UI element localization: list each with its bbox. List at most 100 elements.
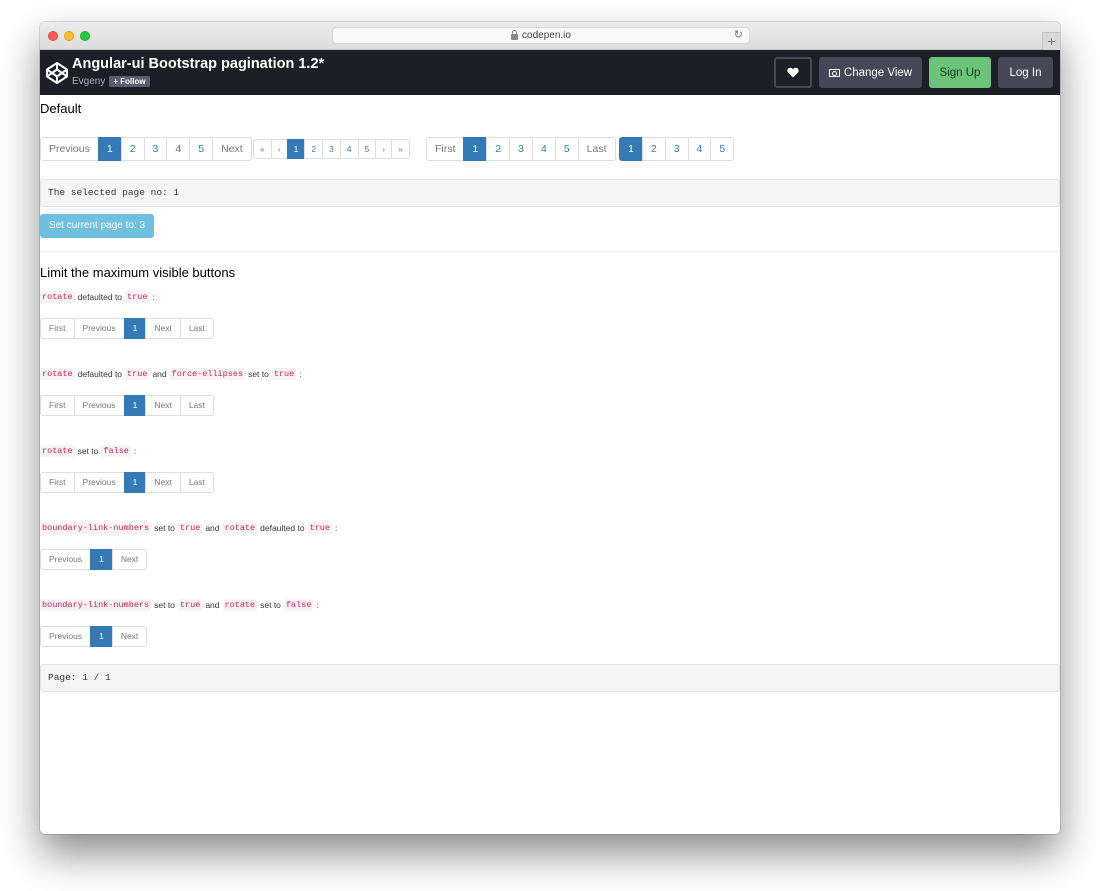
page-link-4[interactable]: 4: [531, 137, 556, 161]
new-tab-button[interactable]: +: [1042, 32, 1060, 50]
description-text: defaulted to: [77, 369, 123, 379]
description-text: :: [133, 446, 137, 456]
page-nav-last[interactable]: Last: [179, 318, 214, 339]
page-nav-previous[interactable]: Previous: [40, 137, 99, 161]
page-nav-previous[interactable]: Previous: [73, 472, 125, 493]
codepen-logo-icon[interactable]: [45, 61, 69, 85]
codepen-header: Angular-ui Bootstrap pagination 1.2* Evg…: [40, 50, 1060, 95]
description-text: set to: [154, 600, 175, 610]
code-snippet: rotate: [40, 445, 75, 457]
page-nav-first[interactable]: First: [40, 395, 75, 416]
page-link-4[interactable]: 5: [710, 137, 735, 161]
page-link-active[interactable]: 1: [97, 137, 122, 161]
page-link-4[interactable]: 4: [166, 137, 191, 161]
code-snippet: rotate: [40, 368, 75, 380]
like-button[interactable]: [774, 57, 812, 88]
example-description: rotate defaulted to true and force-ellipses s…: [40, 368, 302, 380]
pagination-limited: Previous 1 Next: [40, 626, 148, 647]
description-text: and: [205, 523, 220, 533]
description-text: :: [334, 523, 338, 533]
page-nav-last[interactable]: »: [391, 139, 410, 159]
page-link-5[interactable]: 5: [189, 137, 214, 161]
code-snippet: true: [307, 522, 332, 534]
change-view-label: Change View: [843, 66, 913, 79]
example-description: rotate defaulted to true:: [40, 291, 155, 303]
page-nav-previous[interactable]: ‹: [270, 139, 288, 159]
page-nav-previous[interactable]: Previous: [73, 395, 125, 416]
example-description: rotate set to false:: [40, 445, 136, 457]
page-link-1[interactable]: 2: [641, 137, 666, 161]
author-name[interactable]: Evgeny: [72, 76, 105, 87]
page-nav-next[interactable]: Next: [111, 626, 148, 647]
description-text: set to: [154, 523, 175, 533]
page-link-active[interactable]: 1: [619, 137, 643, 161]
page-nav-previous[interactable]: Previous: [40, 626, 92, 647]
close-window-button[interactable]: [48, 31, 58, 41]
page-link-active[interactable]: 1: [90, 549, 113, 570]
example-description: boundary-link-numbers set to true and rotate…: [40, 599, 319, 611]
page-link-active[interactable]: 1: [123, 318, 147, 339]
page-status-well: Page: 1 / 1: [40, 664, 1060, 692]
heart-icon: [787, 67, 799, 78]
page-nav-last[interactable]: Last: [179, 395, 214, 416]
page-link-active[interactable]: 1: [123, 472, 147, 493]
page-nav-next[interactable]: Next: [145, 395, 181, 416]
page-link-3[interactable]: 3: [509, 137, 533, 161]
page-link-3[interactable]: 3: [143, 137, 168, 161]
maximize-window-button[interactable]: [80, 31, 90, 41]
page-nav-first[interactable]: First: [426, 137, 465, 161]
page-link-active[interactable]: 1: [463, 137, 488, 161]
page-nav-next[interactable]: Next: [212, 137, 252, 161]
description-text: :: [152, 292, 155, 302]
code-snippet: false: [283, 599, 314, 611]
description-text: defaulted to: [260, 523, 305, 533]
page-link-3[interactable]: 4: [687, 137, 712, 161]
change-view-button[interactable]: Change View: [819, 57, 922, 88]
lock-icon: [511, 29, 519, 40]
follow-button[interactable]: + Follow: [109, 76, 150, 87]
code-snippet: rotate: [222, 599, 258, 611]
page-nav-previous[interactable]: Previous: [40, 549, 92, 570]
page-link-active[interactable]: 1: [90, 626, 113, 647]
page-nav-first[interactable]: «: [253, 139, 272, 159]
description-text: defaulted to: [77, 292, 123, 302]
sign-up-button[interactable]: Sign Up: [929, 57, 991, 88]
pen-title: Angular-ui Bootstrap pagination 1.2*: [72, 56, 325, 72]
description-text: set to: [77, 446, 99, 456]
page-link-6[interactable]: 5: [357, 139, 377, 159]
address-bar[interactable]: codepen.io ↻: [332, 27, 750, 44]
page-link-4[interactable]: 3: [322, 139, 341, 159]
pagination-limited: Previous 1 Next: [40, 549, 148, 570]
code-snippet: true: [177, 522, 203, 534]
page-link-5[interactable]: 4: [339, 139, 359, 159]
description-text: set to: [248, 369, 269, 379]
set-current-page-button[interactable]: Set current page to: 3: [40, 214, 154, 238]
minimize-window-button[interactable]: [64, 31, 74, 41]
page-nav-next[interactable]: Next: [145, 472, 181, 493]
page-link-2[interactable]: 2: [120, 137, 145, 161]
page-link-3[interactable]: 2: [304, 139, 324, 159]
page-link-2[interactable]: 3: [664, 137, 689, 161]
selected-page-well: The selected page no: 1: [40, 179, 1060, 207]
page-nav-last[interactable]: Last: [577, 137, 616, 161]
page-nav-first[interactable]: First: [40, 472, 75, 493]
page-nav-next[interactable]: ›: [375, 139, 393, 159]
code-snippet: false: [101, 445, 131, 457]
page-nav-previous[interactable]: Previous: [73, 318, 125, 339]
page-link-active[interactable]: 1: [286, 139, 306, 159]
page-nav-next[interactable]: Next: [111, 549, 148, 570]
url-text: codepen.io: [522, 30, 571, 41]
page-link-2[interactable]: 2: [486, 137, 511, 161]
reload-icon[interactable]: ↻: [734, 28, 743, 41]
code-snippet: force-ellipses: [169, 368, 246, 380]
pagination-limited: First Previous 1 Next Last: [40, 318, 214, 339]
pagination-default: Previous 1 2 3 4 5 Next: [40, 137, 252, 161]
page-link-5[interactable]: 5: [554, 137, 579, 161]
page-nav-next[interactable]: Next: [145, 318, 181, 339]
page-nav-last[interactable]: Last: [179, 472, 214, 493]
log-in-button[interactable]: Log In: [998, 57, 1053, 88]
page-link-active[interactable]: 1: [123, 395, 147, 416]
browser-titlebar: codepen.io ↻ +: [40, 22, 1060, 50]
page-nav-first[interactable]: First: [40, 318, 75, 339]
pagination-limited: First Previous 1 Next Last: [40, 472, 214, 493]
